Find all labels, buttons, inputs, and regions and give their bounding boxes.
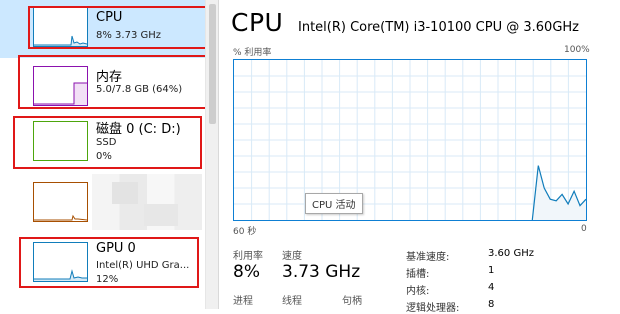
graph-y-label: % 利用率 bbox=[233, 48, 272, 58]
sockets-label: 插槽: bbox=[406, 269, 430, 280]
graph-y-max-label: 100% bbox=[564, 45, 590, 55]
processes-label: 进程 bbox=[233, 296, 253, 307]
cores-value: 4 bbox=[488, 282, 495, 293]
sidebar-scrollbar[interactable] bbox=[205, 0, 219, 309]
graph-x-right-label: 0 bbox=[581, 224, 587, 234]
red-highlight-box bbox=[13, 116, 202, 169]
network-thumbnail-chart bbox=[34, 214, 88, 221]
resource-sidebar: CPU 8% 3.73 GHz 内存 5.0/7.8 GB (64%) 磁盘 0… bbox=[0, 0, 218, 309]
utilization-value: 8% bbox=[233, 262, 260, 282]
network-thumbnail-graph bbox=[33, 182, 88, 222]
base-speed-label: 基准速度: bbox=[406, 252, 450, 263]
red-highlight-box bbox=[28, 6, 210, 49]
utilization-label: 利用率 bbox=[233, 251, 263, 262]
graph-x-left-label: 60 秒 bbox=[233, 227, 257, 237]
cores-label: 内核: bbox=[406, 286, 430, 297]
threads-label: 线程 bbox=[282, 296, 302, 307]
logical-processors-value: 8 bbox=[488, 299, 495, 310]
scrollbar-thumb[interactable] bbox=[209, 4, 216, 124]
red-highlight-box bbox=[19, 237, 199, 288]
handles-label: 句柄 bbox=[342, 296, 362, 307]
cpu-utilization-chart bbox=[234, 60, 586, 220]
blurred-redaction bbox=[92, 174, 202, 230]
page-title: CPU bbox=[231, 8, 284, 37]
logical-processors-label: 逻辑处理器: bbox=[406, 303, 460, 314]
pane-divider bbox=[218, 0, 219, 309]
cpu-utilization-graph bbox=[233, 59, 587, 221]
speed-label: 速度 bbox=[282, 251, 302, 262]
cpu-model-name: Intel(R) Core(TM) i3-10100 CPU @ 3.60GHz bbox=[298, 20, 579, 35]
sockets-value: 1 bbox=[488, 265, 495, 276]
red-highlight-box bbox=[18, 55, 207, 109]
graph-tooltip: CPU 活动 bbox=[305, 193, 363, 214]
speed-value: 3.73 GHz bbox=[282, 262, 361, 282]
base-speed-value: 3.60 GHz bbox=[488, 248, 534, 259]
